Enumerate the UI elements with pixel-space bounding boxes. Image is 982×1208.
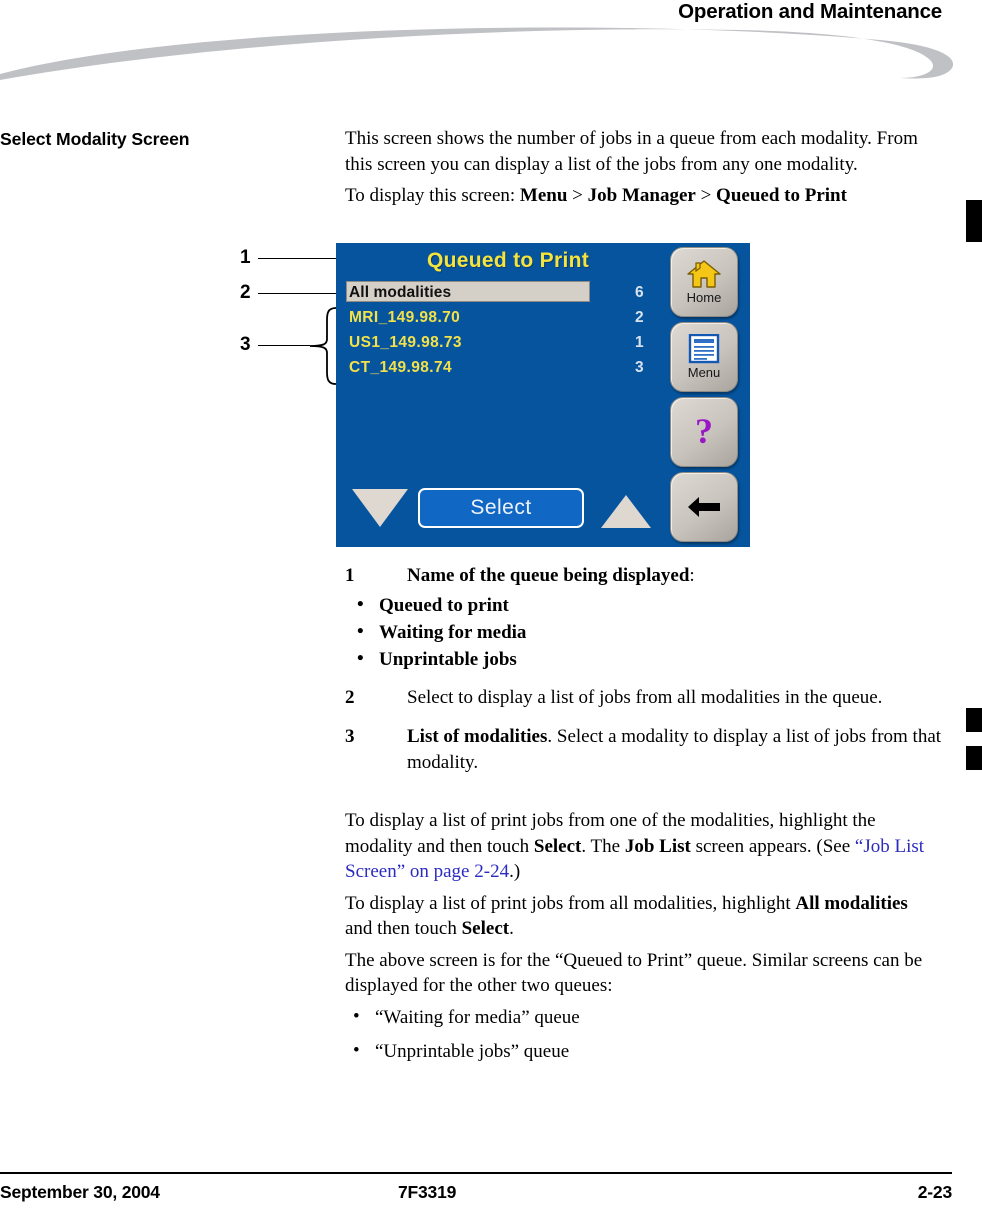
navigation-paragraph: To display this screen: Menu > Job Manag… bbox=[345, 183, 937, 209]
tail-p2-e: . bbox=[509, 918, 514, 939]
tail-p1-c: . The bbox=[581, 835, 625, 857]
modality-row[interactable]: MRI_149.98.70 2 bbox=[346, 305, 671, 330]
legend-1-bold: Name of the queue being displayed bbox=[407, 565, 690, 586]
legend-option-queued-to-print: Queued to print bbox=[345, 591, 945, 619]
select-button[interactable]: Select bbox=[418, 488, 584, 528]
modality-row[interactable]: US1_149.98.73 1 bbox=[346, 330, 671, 355]
hard-button-bar: Home Menu ? bbox=[670, 247, 742, 547]
footer-doc-number: 7F3319 bbox=[398, 1182, 457, 1202]
back-arrow-icon bbox=[686, 494, 722, 520]
legend-text-3: List of modalities. Select a modality to… bbox=[407, 724, 945, 776]
figure-legend: 1 Name of the queue being displayed: Que… bbox=[345, 563, 945, 779]
modality-job-count: 2 bbox=[635, 308, 644, 326]
modality-job-count: 1 bbox=[635, 333, 644, 351]
navigation-lead: To display this screen: bbox=[345, 185, 520, 206]
help-question-mark-icon: ? bbox=[690, 411, 718, 451]
all-modalities-row[interactable]: All modalities 6 bbox=[346, 280, 671, 305]
legend-item-2: 2 Select to display a list of jobs from … bbox=[345, 685, 945, 711]
legend-item-1: 1 Name of the queue being displayed: bbox=[345, 563, 945, 589]
tail-paragraph-3: The above screen is for the “Queued to P… bbox=[345, 949, 923, 997]
legend-1-tail: : bbox=[689, 565, 695, 586]
tail-p1-f: .) bbox=[509, 861, 521, 882]
callout-leader-3 bbox=[258, 345, 310, 346]
nav-queued-to-print: Queued to Print bbox=[716, 185, 847, 206]
legend-number-2: 2 bbox=[345, 687, 355, 708]
callout-number-3: 3 bbox=[240, 334, 251, 355]
queue-bullet-unprintable-jobs: “Unprintable jobs” queue bbox=[345, 1038, 937, 1065]
modality-name: All modalities bbox=[349, 283, 452, 301]
scroll-down-icon[interactable] bbox=[352, 489, 408, 527]
modality-list[interactable]: All modalities 6 MRI_149.98.70 2 US1_149… bbox=[346, 280, 671, 380]
legend-option-waiting-for-media: Waiting for media bbox=[345, 618, 945, 646]
intro-paragraph: This screen shows the number of jobs in … bbox=[345, 128, 918, 175]
modality-name: MRI_149.98.70 bbox=[349, 308, 461, 326]
tail-paragraph-1: To display a list of print jobs from one… bbox=[345, 808, 937, 885]
tail-paragraph-2: To display a list of print jobs from all… bbox=[345, 891, 937, 942]
tail-p1-job-list: Job List bbox=[624, 835, 691, 857]
tail-p1-select: Select bbox=[533, 835, 582, 857]
legend-1-options: Queued to print Waiting for media Unprin… bbox=[345, 591, 945, 673]
legend-number-3: 3 bbox=[345, 726, 355, 747]
home-button[interactable]: Home bbox=[670, 247, 738, 317]
edge-tab-marker-3 bbox=[966, 746, 982, 770]
edge-tab-marker-2 bbox=[966, 708, 982, 732]
figure-select-modality-screen: 1 2 3 Queued to Print All modalities 6 M… bbox=[0, 243, 982, 553]
svg-text:?: ? bbox=[695, 413, 713, 451]
screen-title: Queued to Print bbox=[427, 249, 589, 272]
legend-3-bold: List of modalities bbox=[407, 726, 548, 747]
nav-menu: Menu bbox=[519, 185, 568, 206]
legend-text-1: Name of the queue being displayed: bbox=[407, 563, 945, 589]
menu-button-label: Menu bbox=[687, 365, 721, 380]
callout-brace-3 bbox=[309, 307, 337, 385]
scroll-up-icon[interactable] bbox=[601, 495, 651, 528]
page-header: Operation and Maintenance bbox=[0, 0, 982, 120]
trailing-body-column: To display a list of print jobs from one… bbox=[345, 808, 937, 1073]
home-button-label: Home bbox=[686, 290, 722, 305]
menu-document-icon bbox=[688, 333, 720, 364]
header-swoosh-graphic bbox=[0, 27, 954, 80]
nav-sep-1: > bbox=[567, 185, 588, 206]
tail-p2-a: To display a list of print jobs from all… bbox=[345, 892, 796, 914]
edge-tab-marker-1 bbox=[966, 200, 982, 242]
footer-page-number: 2-23 bbox=[917, 1182, 952, 1202]
modality-name: US1_149.98.73 bbox=[349, 333, 462, 351]
back-button[interactable] bbox=[670, 472, 738, 542]
callout-number-1: 1 bbox=[240, 247, 251, 268]
legend-number-1: 1 bbox=[345, 565, 355, 586]
nav-job-manager: Job Manager bbox=[587, 185, 696, 206]
intro-body-column: This screen shows the number of jobs in … bbox=[345, 126, 937, 215]
legend-option-unprintable-jobs: Unprintable jobs bbox=[345, 645, 945, 673]
menu-button[interactable]: Menu bbox=[670, 322, 738, 392]
page-title: Select Modality Screen bbox=[0, 129, 190, 149]
nav-sep-2: > bbox=[695, 185, 717, 206]
running-head-title: Operation and Maintenance bbox=[678, 0, 942, 23]
callout-number-2: 2 bbox=[240, 282, 251, 303]
modality-job-count: 6 bbox=[635, 283, 644, 301]
device-screen: Queued to Print All modalities 6 MRI_149… bbox=[336, 243, 750, 547]
tail-p1-e: screen appears. (See bbox=[690, 835, 855, 857]
callout-leader-2 bbox=[258, 293, 336, 294]
home-icon bbox=[687, 259, 721, 289]
help-button[interactable]: ? bbox=[670, 397, 738, 467]
page-footer: September 30, 2004 7F3319 2-23 bbox=[0, 1180, 952, 1208]
modality-name: CT_149.98.74 bbox=[349, 358, 453, 376]
tail-p2-all-modalities: All modalities bbox=[795, 892, 908, 914]
queue-bullet-waiting-for-media: “Waiting for media” queue bbox=[345, 1004, 937, 1031]
footer-divider bbox=[0, 1172, 952, 1174]
legend-text-2: Select to display a list of jobs from al… bbox=[407, 687, 883, 708]
legend-item-3: 3 List of modalities. Select a modality … bbox=[345, 724, 945, 776]
other-queues-list: “Waiting for media” queue “Unprintable j… bbox=[345, 1004, 937, 1065]
footer-date: September 30, 2004 bbox=[0, 1182, 160, 1202]
tail-p2-c: and then touch bbox=[345, 918, 462, 939]
modality-row[interactable]: CT_149.98.74 3 bbox=[346, 355, 671, 380]
modality-job-count: 3 bbox=[635, 358, 644, 376]
tail-p2-select: Select bbox=[461, 918, 510, 939]
